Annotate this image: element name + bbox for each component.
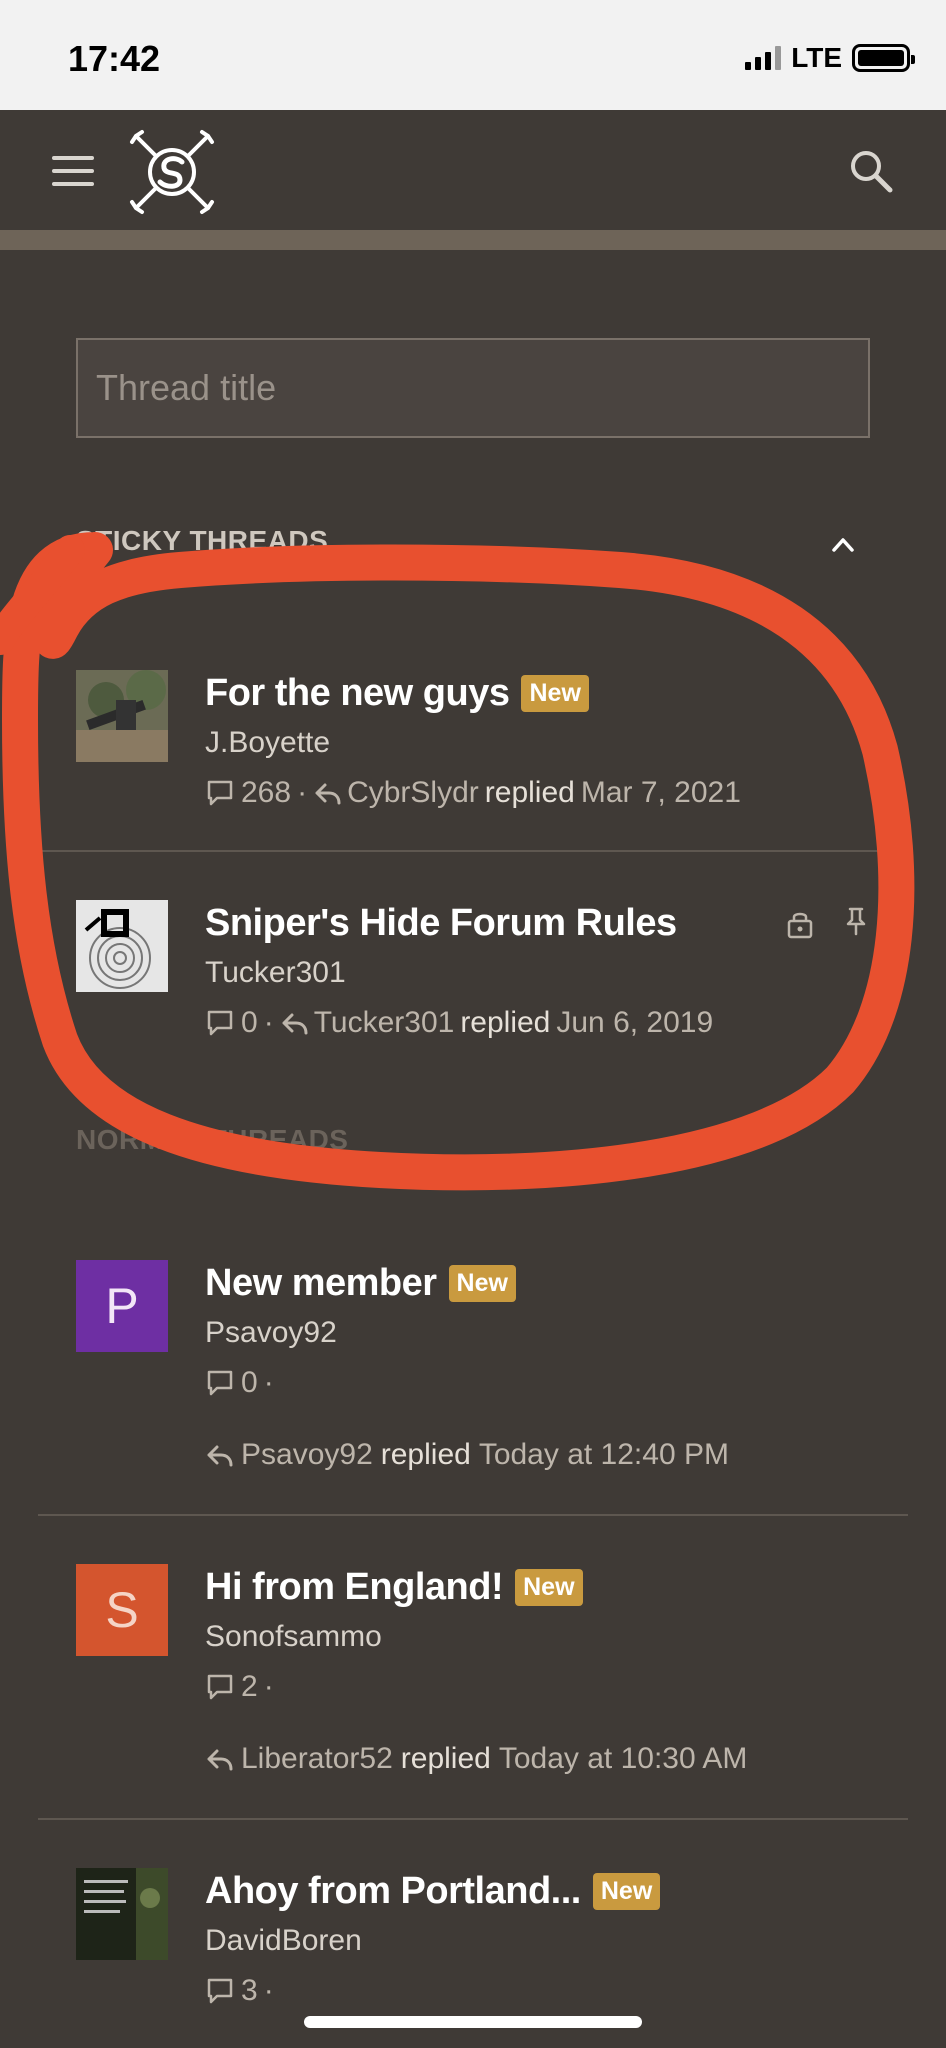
avatar: P [76,1260,168,1352]
reply-date: Today at 10:30 AM [498,1742,748,1775]
comment-icon [207,1978,233,2004]
reply-count: 2 [241,1670,258,1703]
new-badge: New [515,1569,583,1606]
comment-icon [207,780,233,806]
new-badge: New [521,675,589,712]
reply-date: Jun 6, 2019 [556,1006,714,1039]
thread-title[interactable]: New member [205,1262,437,1305]
reply-count: 3 [241,1974,258,2007]
reply-arrow-icon [207,1445,233,1467]
home-indicator[interactable] [304,2016,642,2028]
thread-item[interactable]: For the new guys New J.Boyette 268 · Cyb… [38,670,908,820]
nav-divider [0,230,946,250]
new-badge: New [592,1873,661,1910]
replied-label: replied [460,1006,551,1039]
thread-item[interactable]: Ahoy from Portland... New DavidBoren 3 · [38,1868,908,2038]
new-badge: New [448,1265,516,1302]
thread-title[interactable]: Sniper's Hide Forum Rules [205,902,677,945]
site-logo-icon[interactable] [128,128,216,216]
thread-title[interactable]: Ahoy from Portland... [205,1870,581,1913]
divider [38,1818,908,1820]
thread-last-reply: Psavoy92 replied Today at 12:40 PM [205,1438,729,1472]
thread-title[interactable]: Hi from England! [205,1566,504,1609]
pin-icon [846,907,866,936]
thread-title-input[interactable]: Thread title [76,338,870,438]
divider [38,1514,908,1516]
pin-icon [846,677,866,706]
annotation-circle [0,532,915,1191]
last-replier[interactable]: Psavoy92 [241,1438,373,1472]
thread-meta: 268 · CybrSlydr replied Mar 7, 2021 [205,776,741,810]
avatar [76,1868,168,1960]
top-nav [0,110,946,230]
reply-date: Today at 12:40 PM [478,1438,729,1471]
thread-title[interactable]: For the new guys [205,672,510,715]
reply-count: 0 [241,1366,258,1399]
thread-author[interactable]: J.Boyette [205,726,330,760]
chevron-up-icon[interactable] [828,530,858,560]
replied-label: replied [400,1742,491,1775]
comment-icon [207,1674,233,1700]
comment-icon [207,1370,233,1396]
last-replier[interactable]: Tucker301 [314,1006,455,1040]
search-icon[interactable] [846,146,896,196]
thread-item[interactable]: Sniper's Hide Forum Rules Tucker301 0 · … [38,900,908,1050]
thread-author[interactable]: Sonofsammo [205,1620,382,1654]
thread-author[interactable]: Psavoy92 [205,1316,337,1350]
sticky-threads-header: STICKY THREADS [76,525,329,556]
comment-icon [207,1010,233,1036]
thread-meta: 2 · [205,1670,274,1704]
reply-count: 268 [241,776,292,809]
status-time: 17:42 [68,38,161,79]
thread-author[interactable]: Tucker301 [205,956,346,990]
replied-label: replied [380,1438,471,1471]
last-replier[interactable]: Liberator52 [241,1742,393,1776]
thread-meta: 0 · [205,1366,274,1400]
reply-arrow-icon [207,1749,233,1771]
signal-icon [745,46,782,70]
reply-date: Mar 7, 2021 [580,776,741,809]
divider [38,850,908,852]
thread-meta: 0 · Tucker301 replied Jun 6, 2019 [205,1006,713,1040]
replied-label: replied [484,776,575,809]
normal-threads-header: NORMAL THREADS [76,1124,349,1155]
last-replier[interactable]: CybrSlydr [347,776,479,810]
avatar [76,670,168,762]
thread-meta: 3 · [205,1974,274,2008]
avatar [76,900,168,992]
reply-arrow-icon [282,1013,308,1035]
status-indicators: LTE [745,42,915,74]
status-bar: 17:42 LTE [0,0,946,110]
hamburger-icon[interactable] [52,156,94,186]
network-label: LTE [791,42,842,73]
reply-arrow-icon [315,783,341,805]
battery-icon [852,44,915,72]
thread-item[interactable]: S Hi from England! New Sonofsammo 2 · Li… [38,1564,908,1794]
reply-count: 0 [241,1006,258,1039]
thread-item[interactable]: P New member New Psavoy92 0 · Psavoy92 r… [38,1260,908,1490]
thread-author[interactable]: DavidBoren [205,1924,362,1958]
avatar: S [76,1564,168,1656]
lock-icon [787,912,813,939]
thread-last-reply: Liberator52 replied Today at 10:30 AM [205,1742,747,1776]
